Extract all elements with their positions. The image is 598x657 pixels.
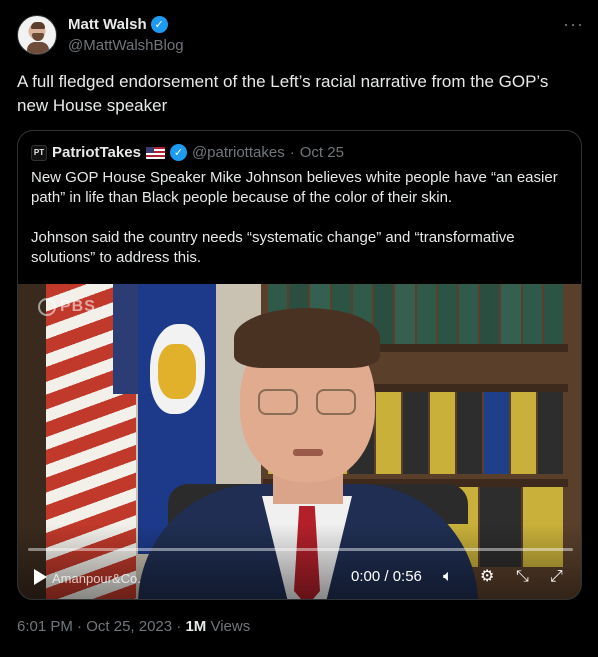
gear-icon[interactable]: ⚙︎ — [480, 568, 494, 586]
quoted-tweet-text: New GOP House Speaker Mike Johnson belie… — [31, 168, 566, 288]
tweet-date[interactable]: Oct 25, 2023 — [86, 618, 172, 635]
author-avatar[interactable] — [17, 15, 57, 55]
speaker-glasses-right — [316, 389, 356, 415]
quoted-paragraph-1: New GOP House Speaker Mike Johnson belie… — [31, 169, 558, 206]
meta-separator: · — [77, 618, 83, 635]
avatar-shirt — [27, 42, 49, 54]
speaker-glasses-left — [258, 389, 298, 415]
views-count[interactable]: 1M — [185, 618, 206, 635]
speaker-hair — [234, 308, 380, 368]
quoted-date[interactable]: Oct 25 — [300, 144, 344, 161]
speaker-mouth — [293, 449, 323, 456]
quoted-author-avatar[interactable]: PT — [31, 144, 47, 161]
quoted-tweet[interactable]: PT PatriotTakes ✓ @patriottakes · Oct 25… — [17, 130, 582, 600]
fullscreen-icon[interactable]: ⤢ — [550, 568, 563, 586]
volume-icon[interactable]: 🔈︎ — [443, 568, 453, 586]
verified-badge-icon: ✓ — [169, 144, 187, 161]
quoted-tweet-header: PT PatriotTakes ✓ @patriottakes · Oct 25 — [31, 144, 344, 161]
controls-overlay — [18, 524, 581, 599]
author-name-row[interactable]: Matt Walsh ✓ — [68, 16, 168, 33]
video-progress-bar[interactable] — [28, 548, 573, 551]
video-state-flag-gold — [158, 344, 196, 399]
video-brand-watermark: Amanpour&Co. — [52, 571, 141, 586]
quoted-author-name[interactable]: PatriotTakes — [52, 144, 141, 161]
quoted-author-handle[interactable]: @patriottakes — [192, 144, 285, 161]
play-icon[interactable] — [34, 569, 47, 585]
tweet-text: A full fledged endorsement of the Left’s… — [17, 72, 549, 115]
verified-badge-icon: ✓ — [150, 16, 168, 33]
header-separator: · — [289, 144, 295, 161]
more-options-icon[interactable]: ··· — [563, 14, 584, 35]
tweet: Matt Walsh ✓ @MattWalshBlog ··· A full f… — [0, 0, 598, 657]
avatar-beard — [32, 33, 44, 41]
tweet-time[interactable]: 6:01 PM — [17, 618, 73, 635]
quoted-paragraph-2: Johnson said the country needs “systemat… — [31, 229, 515, 266]
pbs-logo-icon — [38, 298, 56, 316]
author-handle[interactable]: @MattWalshBlog — [68, 37, 184, 54]
minimize-icon[interactable]: ⤡ — [516, 568, 529, 586]
tweet-meta: 6:01 PM · Oct 25, 2023 · 1M Views — [17, 618, 250, 635]
author-name[interactable]: Matt Walsh — [68, 16, 147, 33]
pbs-watermark-text: PBS — [60, 298, 96, 315]
meta-separator: · — [176, 618, 182, 635]
pbs-watermark: PBS — [38, 298, 96, 316]
video-player[interactable]: PBS Amanpour&Co. 0:00 / 0:56 🔈︎ ⚙︎ ⤡ ⤢ — [18, 284, 581, 599]
avatar-hair — [31, 22, 45, 29]
us-flag-icon — [145, 146, 165, 159]
video-time: 0:00 / 0:56 — [351, 568, 422, 585]
views-label: Views — [210, 618, 251, 635]
